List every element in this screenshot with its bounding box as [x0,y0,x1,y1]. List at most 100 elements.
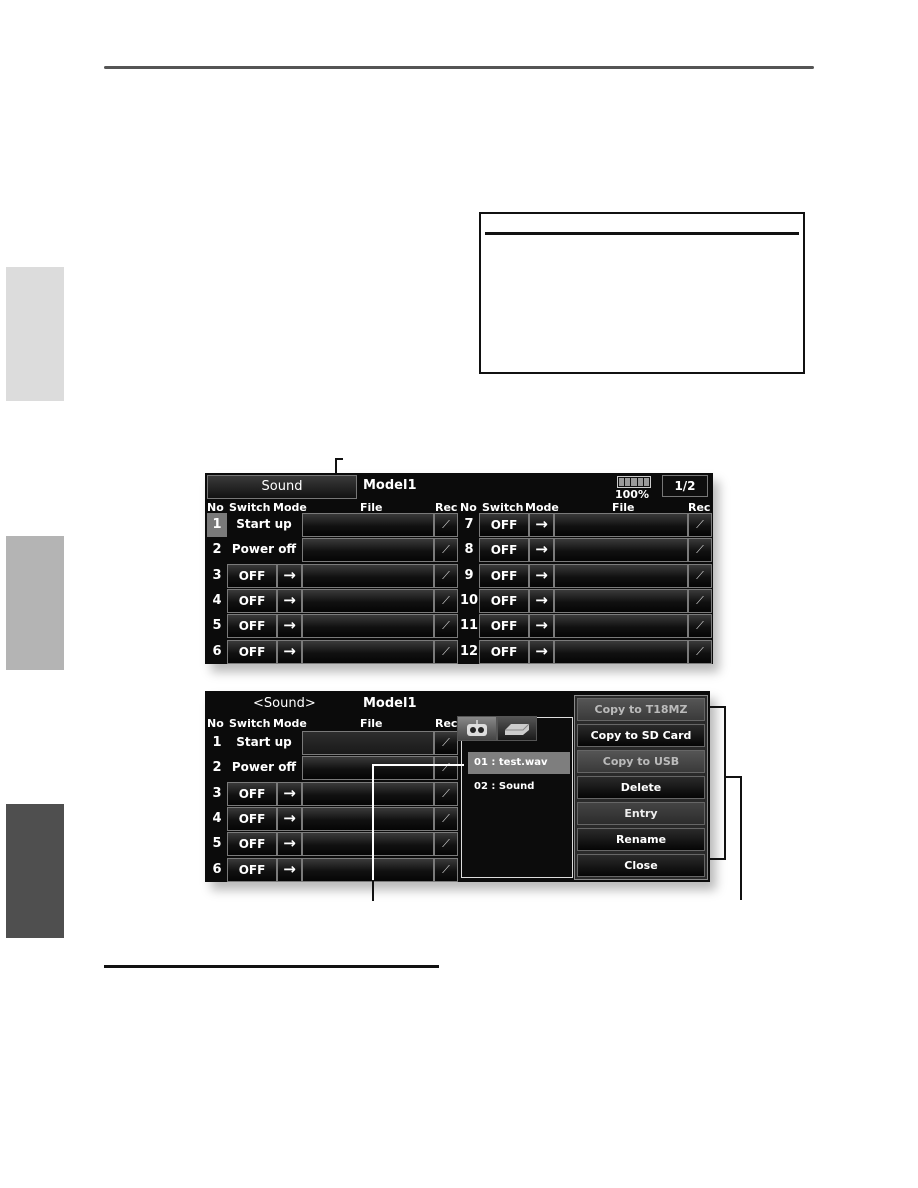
close-button[interactable]: Close [577,854,705,877]
record-button[interactable]: ⟋ [434,731,458,755]
delete-button[interactable]: Delete [577,776,705,799]
switch-button[interactable]: OFF [227,832,277,857]
microphone-icon: ⟋ [442,736,450,749]
mode-button[interactable]: → [277,806,302,831]
record-button[interactable]: ⟋ [434,832,458,857]
col-switch: Switch [229,717,271,730]
mode-button[interactable]: → [529,563,554,588]
record-button[interactable]: ⟋ [434,563,458,588]
col-rec: Rec [435,717,458,730]
record-button[interactable]: ⟋ [688,538,712,563]
record-button[interactable]: ⟋ [434,781,458,806]
record-button[interactable]: ⟋ [434,538,458,563]
table-row: 2 Power off ⟋ [207,538,460,563]
mode-button[interactable]: → [529,538,554,563]
section-rule [104,965,439,968]
sound-title-button[interactable]: Sound [207,475,357,499]
tab-sd-card[interactable] [497,716,537,741]
switch-button[interactable]: OFF [227,857,277,882]
record-button[interactable]: ⟋ [434,756,458,781]
microphone-icon: ⟋ [442,568,450,582]
switch-button[interactable]: OFF [479,614,529,639]
switch-button[interactable]: OFF [227,639,277,664]
mode-button[interactable]: → [529,639,554,664]
file-button[interactable] [302,832,434,857]
switch-button[interactable]: OFF [227,806,277,831]
mode-button[interactable]: → [277,857,302,882]
mode-button[interactable]: → [529,588,554,613]
copy-to-usb-memory-button[interactable]: Copy to USB Memory [577,750,705,789]
file-button[interactable] [554,538,688,563]
table-row: 10 → OFF ⟋ [459,588,712,613]
record-button[interactable]: ⟋ [688,614,712,639]
microphone-icon: ⟋ [442,619,450,633]
page-indicator-button[interactable]: 1/2 [662,475,708,497]
copy-to-t18mz-button[interactable]: Copy to T18MZ [577,698,705,721]
file-button[interactable] [554,563,688,588]
switch-button[interactable]: OFF [227,588,277,613]
switch-button[interactable]: OFF [479,588,529,613]
switch-button[interactable]: OFF [479,563,529,588]
switch-button[interactable]: OFF [479,639,529,664]
mode-button[interactable]: → [529,614,554,639]
record-button[interactable]: ⟋ [688,513,712,537]
file-button[interactable] [554,588,688,613]
record-button[interactable]: ⟋ [434,857,458,882]
file-button[interactable] [554,513,688,537]
record-button[interactable]: ⟋ [688,563,712,588]
record-button[interactable]: ⟋ [434,588,458,613]
table-row: 6 → OFF ⟋ [207,639,460,664]
switch-button[interactable]: OFF [479,513,529,537]
mode-button[interactable]: → [277,832,302,857]
mode-button[interactable]: → [277,614,302,639]
file-button[interactable] [554,639,688,664]
record-button[interactable]: ⟋ [434,513,458,537]
record-button[interactable]: ⟋ [434,806,458,831]
row-number: 3 [212,785,222,801]
file-button[interactable] [302,731,434,755]
mode-button[interactable]: → [277,781,302,806]
switch-button[interactable]: OFF [479,538,529,563]
record-button[interactable]: ⟋ [434,614,458,639]
file-button[interactable] [302,538,434,563]
tab-transmitter[interactable] [457,716,497,741]
record-button[interactable]: ⟋ [688,639,712,664]
file-button[interactable] [302,614,434,639]
microphone-icon: ⟋ [696,518,704,531]
mode-button[interactable]: → [277,588,302,613]
mode-button[interactable]: → [277,563,302,588]
record-button[interactable]: ⟋ [688,588,712,613]
file-button[interactable] [302,756,434,781]
file-button[interactable] [302,857,434,882]
table-row: 3 → OFF ⟋ [207,781,460,806]
file-item[interactable]: 01 : test.wav [468,752,570,774]
table-row: 1 Start up ⟋ [207,731,460,755]
file-button[interactable] [554,614,688,639]
sd-card-icon [505,723,530,735]
file-button[interactable] [302,639,434,664]
file-button[interactable] [302,563,434,588]
table-row: 3 → OFF ⟋ [207,563,460,588]
microphone-icon: ⟋ [696,644,704,658]
file-button[interactable] [302,588,434,613]
entry-button[interactable]: Entry [577,802,705,825]
switch-button[interactable]: OFF [227,563,277,588]
switch-button[interactable]: OFF [227,614,277,639]
mode-button[interactable]: → [277,639,302,664]
file-list-panel: 01 : test.wav 02 : Sound [461,717,573,878]
file-button[interactable] [302,806,434,831]
switch-button[interactable]: OFF [227,781,277,806]
col-file: File [360,717,383,730]
file-button[interactable] [302,781,434,806]
rename-button[interactable]: Rename [577,828,705,851]
row-number: 12 [459,643,479,659]
row-number: 4 [212,592,222,608]
file-button[interactable] [302,513,434,537]
copy-to-sd-card-button[interactable]: Copy to SD Card [577,724,705,747]
mode-button[interactable]: → [529,513,554,537]
table-row: 11 → OFF ⟋ [459,614,712,639]
file-item[interactable]: 02 : Sound [468,776,570,798]
record-button[interactable]: ⟋ [434,639,458,664]
model-name: Model1 [363,478,417,493]
row-number: 10 [459,592,479,608]
